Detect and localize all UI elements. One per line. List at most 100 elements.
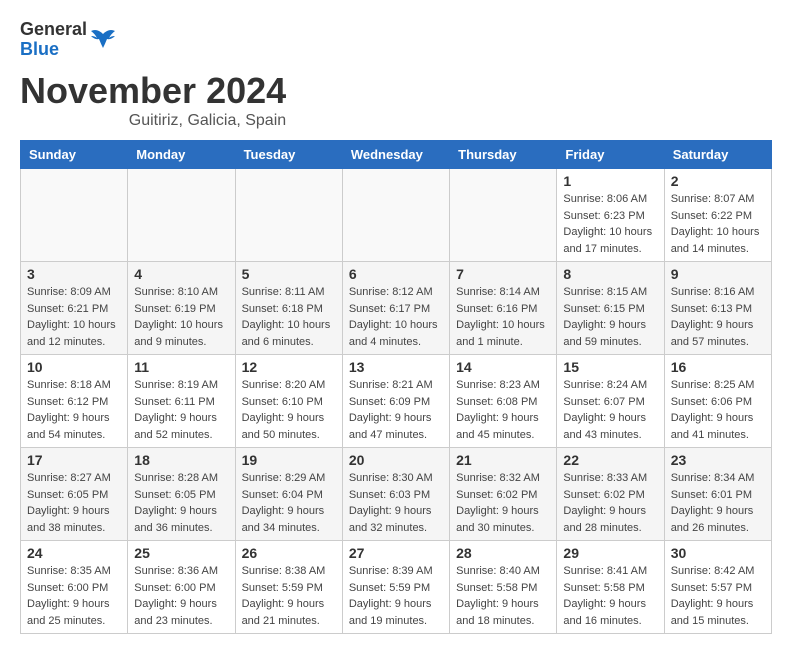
day-number: 7 xyxy=(456,266,550,282)
calendar-cell-3-7: 16 Sunrise: 8:25 AMSunset: 6:06 PMDayligh… xyxy=(664,355,771,448)
day-number: 20 xyxy=(349,452,443,468)
calendar-cell-5-3: 26 Sunrise: 8:38 AMSunset: 5:59 PMDayligh… xyxy=(235,541,342,634)
calendar-week-row-2: 3 Sunrise: 8:09 AMSunset: 6:21 PMDaylight… xyxy=(21,262,772,355)
calendar-cell-1-2 xyxy=(128,169,235,262)
day-number: 21 xyxy=(456,452,550,468)
calendar-cell-3-6: 15 Sunrise: 8:24 AMSunset: 6:07 PMDayligh… xyxy=(557,355,664,448)
logo-bird-icon xyxy=(89,26,117,54)
calendar-container: Sunday Monday Tuesday Wednesday Thursday… xyxy=(20,140,772,634)
day-number: 3 xyxy=(27,266,121,282)
day-number: 28 xyxy=(456,545,550,561)
day-info: Sunrise: 8:12 AMSunset: 6:17 PMDaylight:… xyxy=(349,284,443,350)
col-thursday: Thursday xyxy=(450,141,557,169)
location: Guitiriz, Galicia, Spain xyxy=(20,112,286,130)
day-info: Sunrise: 8:34 AMSunset: 6:01 PMDaylight:… xyxy=(671,470,765,536)
calendar-cell-2-5: 7 Sunrise: 8:14 AMSunset: 6:16 PMDaylight… xyxy=(450,262,557,355)
day-number: 25 xyxy=(134,545,228,561)
calendar-cell-1-1 xyxy=(21,169,128,262)
day-number: 22 xyxy=(563,452,657,468)
calendar-cell-2-7: 9 Sunrise: 8:16 AMSunset: 6:13 PMDaylight… xyxy=(664,262,771,355)
calendar-cell-5-7: 30 Sunrise: 8:42 AMSunset: 5:57 PMDayligh… xyxy=(664,541,771,634)
day-info: Sunrise: 8:23 AMSunset: 6:08 PMDaylight:… xyxy=(456,377,550,443)
calendar-cell-2-3: 5 Sunrise: 8:11 AMSunset: 6:18 PMDaylight… xyxy=(235,262,342,355)
calendar-cell-3-2: 11Sunrise: 8:19 AMSunset: 6:11 PMDayligh… xyxy=(128,355,235,448)
day-number: 30 xyxy=(671,545,765,561)
day-number: 5 xyxy=(242,266,336,282)
calendar-week-row-4: 17Sunrise: 8:27 AMSunset: 6:05 PMDayligh… xyxy=(21,448,772,541)
day-number: 1 xyxy=(563,173,657,189)
calendar-cell-5-6: 29 Sunrise: 8:41 AMSunset: 5:58 PMDayligh… xyxy=(557,541,664,634)
day-number: 19 xyxy=(242,452,336,468)
day-number: 14 xyxy=(456,359,550,375)
calendar-cell-2-2: 4 Sunrise: 8:10 AMSunset: 6:19 PMDaylight… xyxy=(128,262,235,355)
calendar-cell-4-2: 18Sunrise: 8:28 AMSunset: 6:05 PMDayligh… xyxy=(128,448,235,541)
header: General Blue November 2024 Guitiriz, Gal… xyxy=(20,70,772,130)
day-number: 10 xyxy=(27,359,121,375)
calendar-week-row-5: 24Sunrise: 8:35 AMSunset: 6:00 PMDayligh… xyxy=(21,541,772,634)
calendar-week-row-1: 1 Sunrise: 8:06 AMSunset: 6:23 PMDaylight… xyxy=(21,169,772,262)
calendar-cell-4-7: 23 Sunrise: 8:34 AMSunset: 6:01 PMDayligh… xyxy=(664,448,771,541)
day-number: 23 xyxy=(671,452,765,468)
day-info: Sunrise: 8:16 AMSunset: 6:13 PMDaylight:… xyxy=(671,284,765,350)
col-sunday: Sunday xyxy=(21,141,128,169)
calendar-cell-1-4 xyxy=(342,169,449,262)
day-info: Sunrise: 8:27 AMSunset: 6:05 PMDaylight:… xyxy=(27,470,121,536)
month-title: November 2024 xyxy=(20,70,286,112)
day-info: Sunrise: 8:39 AMSunset: 5:59 PMDaylight:… xyxy=(349,563,443,629)
day-number: 11 xyxy=(134,359,228,375)
day-number: 29 xyxy=(563,545,657,561)
day-number: 24 xyxy=(27,545,121,561)
logo-blue: Blue xyxy=(20,40,87,60)
day-number: 2 xyxy=(671,173,765,189)
day-number: 9 xyxy=(671,266,765,282)
calendar-cell-4-3: 19 Sunrise: 8:29 AMSunset: 6:04 PMDayligh… xyxy=(235,448,342,541)
calendar-cell-5-2: 25 Sunrise: 8:36 AMSunset: 6:00 PMDayligh… xyxy=(128,541,235,634)
day-info: Sunrise: 8:06 AMSunset: 6:23 PMDaylight:… xyxy=(563,191,657,257)
day-info: Sunrise: 8:11 AMSunset: 6:18 PMDaylight:… xyxy=(242,284,336,350)
day-info: Sunrise: 8:40 AMSunset: 5:58 PMDaylight:… xyxy=(456,563,550,629)
calendar-header-row: Sunday Monday Tuesday Wednesday Thursday… xyxy=(21,141,772,169)
day-number: 12 xyxy=(242,359,336,375)
col-wednesday: Wednesday xyxy=(342,141,449,169)
col-tuesday: Tuesday xyxy=(235,141,342,169)
logo-general: General xyxy=(20,20,87,40)
day-number: 26 xyxy=(242,545,336,561)
day-info: Sunrise: 8:25 AMSunset: 6:06 PMDaylight:… xyxy=(671,377,765,443)
day-info: Sunrise: 8:42 AMSunset: 5:57 PMDaylight:… xyxy=(671,563,765,629)
col-monday: Monday xyxy=(128,141,235,169)
day-info: Sunrise: 8:09 AMSunset: 6:21 PMDaylight:… xyxy=(27,284,121,350)
day-number: 18 xyxy=(134,452,228,468)
day-number: 27 xyxy=(349,545,443,561)
day-info: Sunrise: 8:29 AMSunset: 6:04 PMDaylight:… xyxy=(242,470,336,536)
day-number: 4 xyxy=(134,266,228,282)
day-info: Sunrise: 8:15 AMSunset: 6:15 PMDaylight:… xyxy=(563,284,657,350)
day-info: Sunrise: 8:18 AMSunset: 6:12 PMDaylight:… xyxy=(27,377,121,443)
calendar-cell-5-4: 27 Sunrise: 8:39 AMSunset: 5:59 PMDayligh… xyxy=(342,541,449,634)
day-number: 13 xyxy=(349,359,443,375)
calendar-cell-1-7: 2Sunrise: 8:07 AMSunset: 6:22 PMDaylight… xyxy=(664,169,771,262)
calendar-cell-4-1: 17Sunrise: 8:27 AMSunset: 6:05 PMDayligh… xyxy=(21,448,128,541)
col-friday: Friday xyxy=(557,141,664,169)
calendar-table: Sunday Monday Tuesday Wednesday Thursday… xyxy=(20,140,772,634)
calendar-cell-2-4: 6 Sunrise: 8:12 AMSunset: 6:17 PMDaylight… xyxy=(342,262,449,355)
calendar-cell-3-4: 13Sunrise: 8:21 AMSunset: 6:09 PMDayligh… xyxy=(342,355,449,448)
day-number: 6 xyxy=(349,266,443,282)
day-info: Sunrise: 8:14 AMSunset: 6:16 PMDaylight:… xyxy=(456,284,550,350)
calendar-cell-4-5: 21 Sunrise: 8:32 AMSunset: 6:02 PMDayligh… xyxy=(450,448,557,541)
calendar-cell-1-6: 1 Sunrise: 8:06 AMSunset: 6:23 PMDaylight… xyxy=(557,169,664,262)
day-info: Sunrise: 8:38 AMSunset: 5:59 PMDaylight:… xyxy=(242,563,336,629)
day-number: 15 xyxy=(563,359,657,375)
day-info: Sunrise: 8:10 AMSunset: 6:19 PMDaylight:… xyxy=(134,284,228,350)
day-info: Sunrise: 8:32 AMSunset: 6:02 PMDaylight:… xyxy=(456,470,550,536)
calendar-cell-5-1: 24Sunrise: 8:35 AMSunset: 6:00 PMDayligh… xyxy=(21,541,128,634)
calendar-cell-3-5: 14 Sunrise: 8:23 AMSunset: 6:08 PMDayligh… xyxy=(450,355,557,448)
day-info: Sunrise: 8:36 AMSunset: 6:00 PMDaylight:… xyxy=(134,563,228,629)
calendar-cell-1-5 xyxy=(450,169,557,262)
calendar-cell-1-3 xyxy=(235,169,342,262)
day-number: 16 xyxy=(671,359,765,375)
day-info: Sunrise: 8:20 AMSunset: 6:10 PMDaylight:… xyxy=(242,377,336,443)
day-info: Sunrise: 8:24 AMSunset: 6:07 PMDaylight:… xyxy=(563,377,657,443)
calendar-cell-4-4: 20Sunrise: 8:30 AMSunset: 6:03 PMDayligh… xyxy=(342,448,449,541)
calendar-cell-3-1: 10 Sunrise: 8:18 AMSunset: 6:12 PMDayligh… xyxy=(21,355,128,448)
day-info: Sunrise: 8:41 AMSunset: 5:58 PMDaylight:… xyxy=(563,563,657,629)
